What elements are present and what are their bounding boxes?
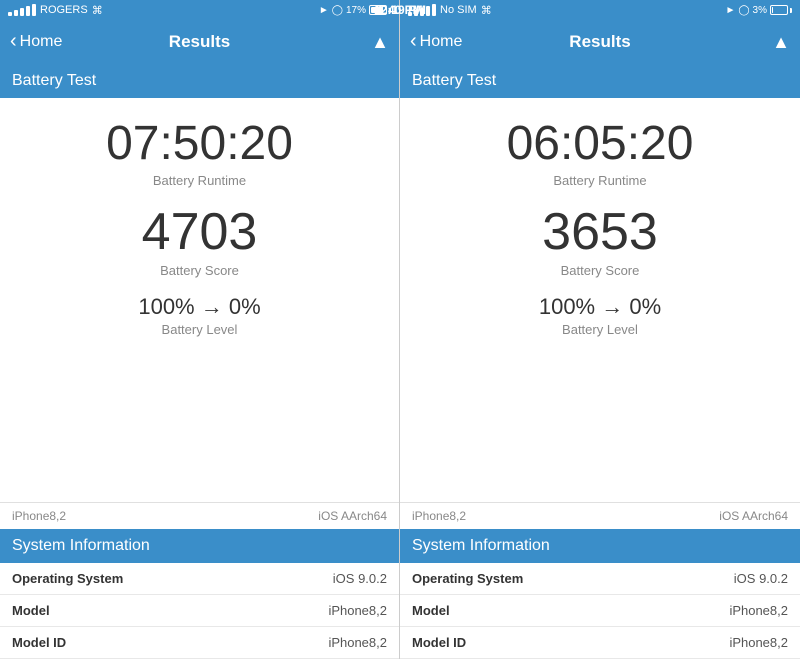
runtime-label: Battery Runtime (106, 173, 293, 188)
runtime-block: 07:50:20 Battery Runtime (106, 118, 293, 188)
back-label: Home (20, 33, 63, 51)
status-bar-right: ► ◯ 3% (725, 5, 792, 16)
score-block: 4703 Battery Score (142, 204, 258, 278)
info-row: Model ID iPhone8,2 (0, 627, 399, 659)
share-icon[interactable]: ▲ (772, 32, 790, 53)
runtime-value: 07:50:20 (106, 118, 293, 171)
status-bar: No SIM ⌘ 12:19 PM ► ◯ 3% (400, 0, 800, 20)
score-value: 3653 (542, 204, 658, 261)
battery-level-block: 100% → 0% Battery Level (138, 294, 260, 337)
time-display: 12:19 PM (374, 3, 426, 17)
system-info-header: System Information (400, 529, 800, 563)
battery-level-value: 100% → 0% (138, 294, 260, 320)
info-row-value: iPhone8,2 (729, 635, 788, 650)
info-row: Operating System iOS 9.0.2 (0, 563, 399, 595)
nav-title: Results (169, 32, 230, 52)
location-icon: ► (319, 5, 329, 16)
runtime-label: Battery Runtime (507, 173, 694, 188)
share-icon[interactable]: ▲ (371, 32, 389, 53)
signal-icon (8, 4, 36, 16)
nav-title: Results (569, 32, 630, 52)
score-label: Battery Score (542, 263, 658, 278)
battery-level-value: 100% → 0% (539, 294, 661, 320)
nav-bar: ‹ Home Results ▲ (0, 20, 399, 64)
footer-arch: iOS AArch64 (318, 509, 387, 523)
footer-device: iPhone8,2 (12, 509, 66, 523)
carrier-label: No SIM (440, 4, 477, 16)
back-chevron-icon: ‹ (410, 31, 417, 51)
info-row: Model ID iPhone8,2 (400, 627, 800, 659)
back-label: Home (420, 33, 463, 51)
battery-icon (770, 5, 792, 15)
info-row: Model iPhone8,2 (0, 595, 399, 627)
score-block: 3653 Battery Score (542, 204, 658, 278)
system-info-header: System Information (0, 529, 399, 563)
main-content: 07:50:20 Battery Runtime 4703 Battery Sc… (0, 98, 399, 502)
battery-level-label: Battery Level (539, 322, 661, 337)
nav-bar: ‹ Home Results ▲ (400, 20, 800, 64)
wifi-icon: ⌘ (92, 4, 103, 17)
info-row: Model iPhone8,2 (400, 595, 800, 627)
back-chevron-icon: ‹ (10, 31, 17, 51)
info-row-value: iOS 9.0.2 (734, 571, 788, 586)
location-icon: ► (725, 5, 735, 16)
info-row-label: Model ID (412, 635, 466, 650)
section-header: Battery Test (0, 64, 399, 98)
bluetooth-icon: ◯ (332, 5, 343, 16)
footer-device: iPhone8,2 (412, 509, 466, 523)
back-button[interactable]: ‹ Home (10, 33, 62, 51)
info-row-value: iPhone8,2 (328, 603, 387, 618)
info-row-value: iOS 9.0.2 (333, 571, 387, 586)
info-row: Operating System iOS 9.0.2 (400, 563, 800, 595)
info-row-label: Model (412, 603, 450, 618)
battery-percent: 17% (346, 5, 366, 16)
footer-arch: iOS AArch64 (719, 509, 788, 523)
carrier-label: ROGERS (40, 4, 88, 16)
score-label: Battery Score (142, 263, 258, 278)
back-button[interactable]: ‹ Home (410, 33, 462, 51)
status-bar: ROGERS ⌘ 1:40 PM ► ◯ 17% (0, 0, 399, 20)
battery-level-label: Battery Level (138, 322, 260, 337)
battery-percent: 3% (753, 5, 767, 16)
battery-level-block: 100% → 0% Battery Level (539, 294, 661, 337)
wifi-icon: ⌘ (481, 4, 492, 17)
info-row-value: iPhone8,2 (328, 635, 387, 650)
status-bar-left: ROGERS ⌘ (8, 4, 103, 17)
info-table: Operating System iOS 9.0.2 Model iPhone8… (400, 563, 800, 659)
info-row-label: Operating System (412, 571, 523, 586)
info-row-label: Operating System (12, 571, 123, 586)
info-row-value: iPhone8,2 (729, 603, 788, 618)
runtime-value: 06:05:20 (507, 118, 694, 171)
info-row-label: Model (12, 603, 50, 618)
score-value: 4703 (142, 204, 258, 261)
phone-panel-1: ROGERS ⌘ 1:40 PM ► ◯ 17% ‹ Home (0, 0, 400, 659)
main-content: 06:05:20 Battery Runtime 3653 Battery Sc… (400, 98, 800, 502)
runtime-block: 06:05:20 Battery Runtime (507, 118, 694, 188)
phone-panel-2: No SIM ⌘ 12:19 PM ► ◯ 3% ‹ Home (400, 0, 800, 659)
info-row-label: Model ID (12, 635, 66, 650)
footer-info: iPhone8,2 iOS AArch64 (400, 502, 800, 529)
footer-info: iPhone8,2 iOS AArch64 (0, 502, 399, 529)
section-header: Battery Test (400, 64, 800, 98)
bluetooth-icon: ◯ (738, 5, 749, 16)
info-table: Operating System iOS 9.0.2 Model iPhone8… (0, 563, 399, 659)
